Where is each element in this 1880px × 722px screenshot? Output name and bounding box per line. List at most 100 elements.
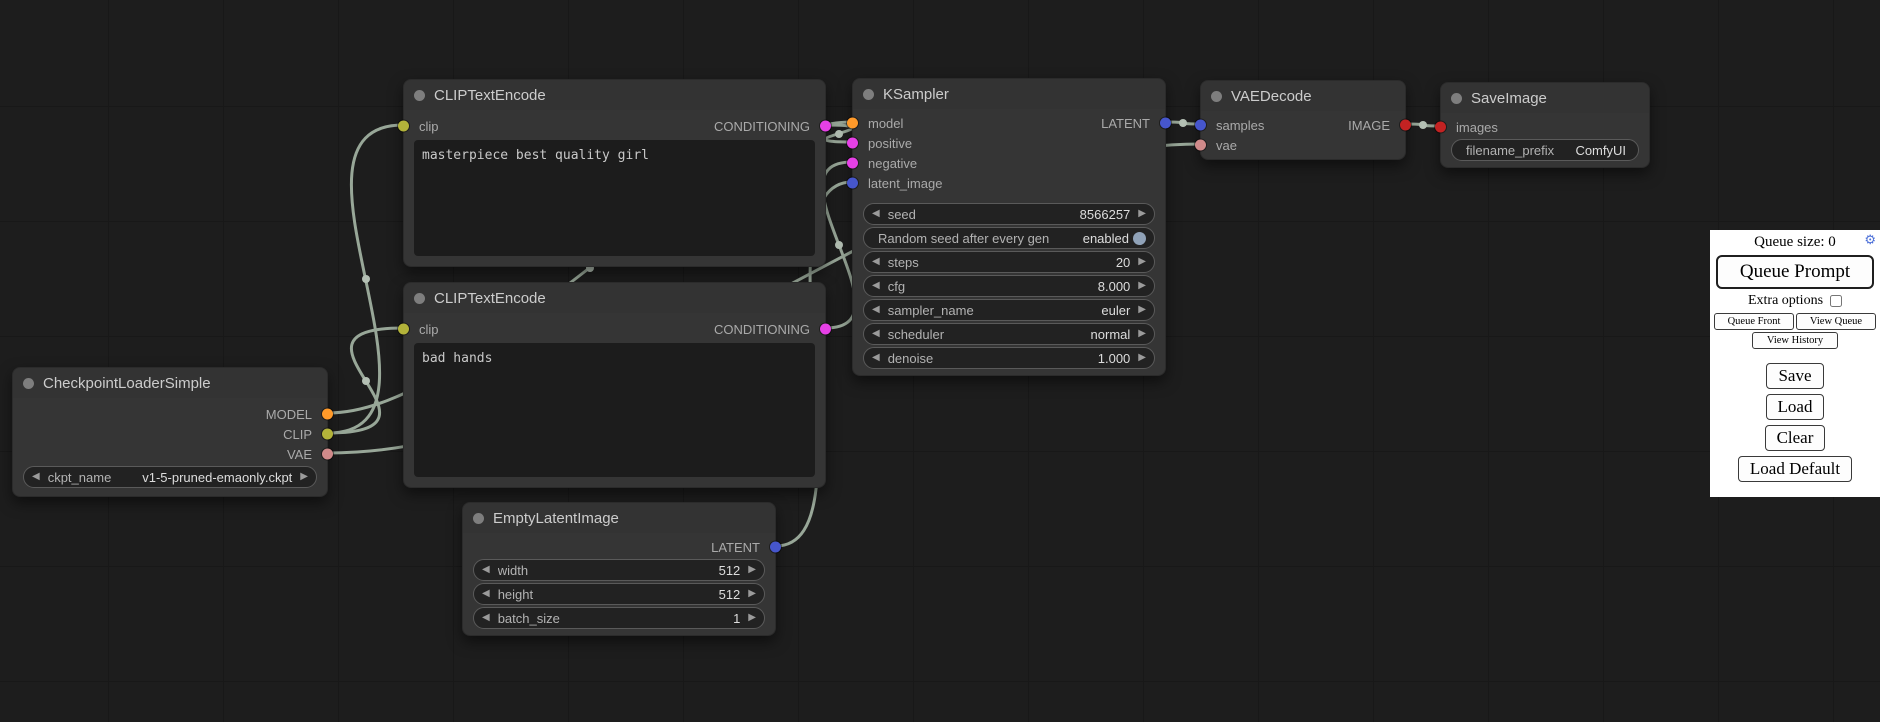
seed-widget[interactable]: ◀ seed 8566257 ▶	[863, 203, 1155, 225]
node-title: CLIPTextEncode	[434, 290, 546, 307]
denoise-widget[interactable]: ◀ denoise 1.000 ▶	[863, 347, 1155, 369]
filename-prefix-widget[interactable]: filename_prefix ComfyUI	[1451, 139, 1639, 161]
output-label: CONDITIONING	[714, 322, 810, 337]
image-port[interactable]	[1400, 120, 1411, 131]
latent-image-port[interactable]	[847, 178, 858, 189]
save-button[interactable]: Save	[1766, 363, 1823, 389]
node-clip-text-encode-negative[interactable]: CLIPTextEncode clip CONDITIONING bad han…	[403, 282, 826, 488]
scheduler-widget[interactable]: ◀ scheduler normal ▶	[863, 323, 1155, 345]
clip-port[interactable]	[322, 429, 333, 440]
node-title-bar[interactable]: SaveImage	[1441, 83, 1649, 113]
decrement-arrow-icon[interactable]: ◀	[872, 329, 880, 339]
random-seed-toggle[interactable]: Random seed after every gen enabled	[863, 227, 1155, 249]
settings-gear-icon[interactable]: ⚙	[1864, 233, 1876, 246]
output-slot-clip: CLIP	[13, 424, 327, 444]
prompt-textarea[interactable]: bad hands	[414, 343, 815, 477]
node-title-bar[interactable]: KSampler	[853, 79, 1165, 109]
latent-port[interactable]	[770, 542, 781, 553]
widget-label: Random seed after every gen	[878, 231, 1083, 246]
vae-port[interactable]	[322, 449, 333, 460]
images-port[interactable]	[1435, 122, 1446, 133]
view-history-button[interactable]: View History	[1752, 332, 1838, 349]
positive-port[interactable]	[847, 138, 858, 149]
increment-arrow-icon[interactable]: ▶	[1138, 329, 1146, 339]
node-vae-decode[interactable]: VAEDecode samples vae IMAGE	[1200, 80, 1406, 160]
increment-arrow-icon[interactable]: ▶	[1138, 209, 1146, 219]
graph-canvas[interactable]: CheckpointLoaderSimple MODEL CLIP VAE ◀ …	[0, 0, 1880, 722]
queue-front-button[interactable]: Queue Front	[1714, 313, 1794, 330]
increment-arrow-icon[interactable]: ▶	[300, 472, 308, 482]
clear-button[interactable]: Clear	[1765, 425, 1826, 451]
model-port[interactable]	[322, 409, 333, 420]
decrement-arrow-icon[interactable]: ◀	[872, 353, 880, 363]
node-title-bar[interactable]: CLIPTextEncode	[404, 283, 825, 313]
input-label: images	[1456, 120, 1498, 135]
decrement-arrow-icon[interactable]: ◀	[872, 257, 880, 267]
widget-label: scheduler	[888, 327, 1091, 342]
increment-arrow-icon[interactable]: ▶	[748, 565, 756, 575]
increment-arrow-icon[interactable]: ▶	[748, 589, 756, 599]
node-title-bar[interactable]: EmptyLatentImage	[463, 503, 775, 533]
node-checkpoint-loader[interactable]: CheckpointLoaderSimple MODEL CLIP VAE ◀ …	[12, 367, 328, 497]
collapse-dot[interactable]	[414, 90, 425, 101]
output-slot-latent: LATENT	[853, 113, 1165, 133]
widget-label: seed	[888, 207, 1080, 222]
decrement-arrow-icon[interactable]: ◀	[872, 305, 880, 315]
widget-label: batch_size	[498, 611, 733, 626]
latent-port[interactable]	[1160, 118, 1171, 129]
decrement-arrow-icon[interactable]: ◀	[482, 565, 490, 575]
prompt-textarea[interactable]: masterpiece best quality girl	[414, 140, 815, 256]
collapse-dot[interactable]	[414, 293, 425, 304]
node-ksampler[interactable]: KSampler model positive negative latent_…	[852, 78, 1166, 376]
decrement-arrow-icon[interactable]: ◀	[32, 472, 40, 482]
queue-prompt-button[interactable]: Queue Prompt	[1716, 255, 1874, 289]
queue-size-label: Queue size: 0	[1754, 234, 1836, 250]
view-queue-button[interactable]: View Queue	[1796, 313, 1876, 330]
collapse-dot[interactable]	[1211, 91, 1222, 102]
toggle-knob-icon[interactable]	[1133, 232, 1146, 245]
widget-label: denoise	[888, 351, 1098, 366]
comfy-menu-panel: Queue size: 0 ⚙ Queue Prompt Extra optio…	[1710, 230, 1880, 497]
node-title-bar[interactable]: CheckpointLoaderSimple	[13, 368, 327, 398]
cfg-widget[interactable]: ◀ cfg 8.000 ▶	[863, 275, 1155, 297]
increment-arrow-icon[interactable]: ▶	[1138, 257, 1146, 267]
collapse-dot[interactable]	[863, 89, 874, 100]
height-widget[interactable]: ◀ height 512 ▶	[473, 583, 765, 605]
ckpt-name-widget[interactable]: ◀ ckpt_name v1-5-pruned-emaonly.ckpt ▶	[23, 466, 317, 488]
extra-options-checkbox[interactable]	[1830, 295, 1842, 307]
node-title-bar[interactable]: CLIPTextEncode	[404, 80, 825, 110]
sampler-name-widget[interactable]: ◀ sampler_name euler ▶	[863, 299, 1155, 321]
node-clip-text-encode-positive[interactable]: CLIPTextEncode clip CONDITIONING masterp…	[403, 79, 826, 267]
input-slot-latent-image: latent_image	[853, 173, 1165, 193]
widget-value: 512	[719, 587, 741, 602]
increment-arrow-icon[interactable]: ▶	[1138, 353, 1146, 363]
decrement-arrow-icon[interactable]: ◀	[482, 613, 490, 623]
conditioning-port[interactable]	[820, 121, 831, 132]
output-slot-conditioning: CONDITIONING	[404, 116, 825, 136]
collapse-dot[interactable]	[473, 513, 484, 524]
negative-port[interactable]	[847, 158, 858, 169]
node-save-image[interactable]: SaveImage images filename_prefix ComfyUI	[1440, 82, 1650, 168]
collapse-dot[interactable]	[1451, 93, 1462, 104]
node-title-bar[interactable]: VAEDecode	[1201, 81, 1405, 111]
decrement-arrow-icon[interactable]: ◀	[872, 281, 880, 291]
conditioning-port[interactable]	[820, 324, 831, 335]
widget-label: steps	[888, 255, 1116, 270]
increment-arrow-icon[interactable]: ▶	[1138, 281, 1146, 291]
queue-size-row: Queue size: 0 ⚙	[1714, 233, 1876, 253]
load-button[interactable]: Load	[1766, 394, 1825, 420]
increment-arrow-icon[interactable]: ▶	[748, 613, 756, 623]
steps-widget[interactable]: ◀ steps 20 ▶	[863, 251, 1155, 273]
load-default-button[interactable]: Load Default	[1738, 456, 1852, 482]
collapse-dot[interactable]	[23, 378, 34, 389]
vae-port[interactable]	[1195, 140, 1206, 151]
decrement-arrow-icon[interactable]: ◀	[872, 209, 880, 219]
increment-arrow-icon[interactable]: ▶	[1138, 305, 1146, 315]
widget-value: 8566257	[1080, 207, 1131, 222]
batch-size-widget[interactable]: ◀ batch_size 1 ▶	[473, 607, 765, 629]
node-title: VAEDecode	[1231, 88, 1312, 105]
decrement-arrow-icon[interactable]: ◀	[482, 589, 490, 599]
node-empty-latent-image[interactable]: EmptyLatentImage LATENT ◀ width 512 ▶ ◀ …	[462, 502, 776, 636]
width-widget[interactable]: ◀ width 512 ▶	[473, 559, 765, 581]
output-label: CLIP	[283, 427, 312, 442]
